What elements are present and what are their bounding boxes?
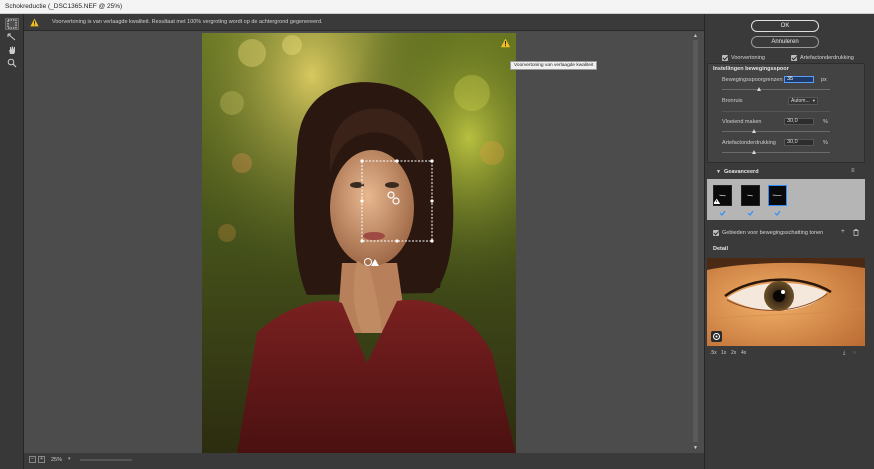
divider (722, 111, 830, 112)
preview-canvas[interactable]: Voorvertoning van verlaagde kwaliteit ▲ … (24, 31, 704, 454)
detail-zoom-half[interactable]: .5x (710, 350, 717, 356)
trash-icon[interactable] (853, 229, 859, 236)
blur-trace-bounds-label: Bewegingsspoorgrenzen (722, 77, 783, 83)
blur-trace-thumbnail[interactable] (713, 185, 732, 216)
chevron-down-icon: ▾ (812, 98, 815, 103)
thumbnail-check-icon[interactable] (747, 210, 754, 216)
horizontal-scrollbar[interactable] (80, 459, 132, 461)
preview-notice-bar: Voorvertoning is van verlaagde kwaliteit… (24, 14, 704, 31)
blur-trace-bounds-unit: px (821, 77, 827, 83)
blur-trace-bounds-knob[interactable] (757, 87, 762, 91)
detail-zoom-2x[interactable]: 2x (731, 350, 736, 356)
scroll-up-icon[interactable]: ▲ (692, 33, 699, 39)
panel-menu-icon[interactable]: ≡ (851, 168, 855, 174)
loupe-settings-icon[interactable]: ◌ (853, 350, 856, 356)
blur-estimation-thumbnails (707, 179, 865, 220)
add-estimation-icon[interactable]: + (841, 228, 845, 235)
preview-label: Voorvertoning (731, 55, 765, 61)
zoom-tool-icon[interactable] (5, 57, 19, 69)
smoothing-knob[interactable] (751, 129, 756, 133)
source-noise-select[interactable]: Autom... ▾ (788, 97, 818, 105)
smoothing-input[interactable]: 30,0 (784, 118, 814, 125)
cancel-button[interactable]: Annuleren (751, 36, 819, 48)
artifact-suppression-field-label: Artefactonderdrukking (722, 140, 776, 146)
window-title: Schokreductie (_DSC1365.NEF @ 25%) (5, 3, 123, 10)
preview-image[interactable] (202, 33, 516, 454)
status-bar: − + 25% ▾ (24, 453, 704, 469)
zoom-dropdown-icon[interactable]: ▾ (68, 456, 76, 463)
blur-trace-bounds-input[interactable]: 35 (784, 76, 814, 83)
artifact-suppression-checkbox[interactable]: Artefactonderdrukking (791, 54, 854, 62)
artifact-suppression-input[interactable]: 30,0 (784, 139, 814, 146)
estimation-areas-row: Gebieden voor bewegingsschatting tonen + (705, 228, 874, 238)
artifact-suppression-unit: % (823, 140, 828, 146)
checkbox-check-icon[interactable] (713, 230, 719, 236)
vertical-scrollbar[interactable]: ▲ ▼ (690, 31, 700, 453)
blur-trace-bounds-slider[interactable] (722, 87, 830, 91)
hand-tool-icon[interactable] (5, 44, 19, 56)
blur-trace-thumbnail-selected[interactable] (768, 185, 787, 216)
thumbnail-check-icon[interactable] (719, 210, 726, 216)
checkbox-check-icon[interactable] (791, 55, 797, 61)
thumbnail-check-icon[interactable] (774, 210, 781, 216)
tools-panel (0, 14, 24, 469)
blur-trace-thumbnail[interactable] (741, 185, 760, 216)
smoothing-label: Vloeiend maken (722, 119, 762, 125)
detail-loupe-view[interactable] (707, 258, 865, 346)
smoothing-unit: % (823, 119, 828, 125)
advanced-title: Geavanceerd (724, 169, 759, 175)
blur-estimation-tool-icon[interactable] (5, 18, 19, 30)
blur-trace-settings-section: Instellingen bewegingsspoor Bewegingsspo… (707, 63, 865, 163)
zoom-in-icon[interactable]: + (38, 456, 45, 463)
show-estimation-label: Gebieden voor bewegingsschatting tonen (722, 230, 824, 236)
blur-trace-title: Instellingen bewegingsspoor (713, 66, 789, 72)
artifact-suppression-label: Artefactonderdrukking (800, 55, 854, 61)
zoom-level: 25% (51, 457, 63, 463)
artifact-suppression-slider[interactable] (722, 150, 830, 154)
settings-panel: OK Annuleren Voorvertoning Artefactonder… (704, 14, 874, 469)
loupe-target-icon[interactable] (711, 331, 722, 342)
smoothing-slider[interactable] (722, 129, 830, 133)
detail-zoom-1x[interactable]: 1x (721, 350, 726, 356)
loupe-location-icon[interactable]: ⤓ (843, 350, 845, 356)
low-quality-warning-icon[interactable] (500, 38, 511, 48)
checkbox-check-icon[interactable] (722, 55, 728, 61)
scrollbar-thumb[interactable] (693, 40, 698, 442)
warning-tooltip: Voorvertoning van verlaagde kwaliteit (510, 61, 598, 70)
show-estimation-checkbox[interactable]: Gebieden voor bewegingsschatting tonen (713, 229, 823, 237)
warning-icon (30, 18, 39, 27)
artifact-suppression-knob[interactable] (751, 150, 756, 154)
advanced-section-header[interactable]: ▼ Geavanceerd ≡ (705, 167, 874, 176)
preview-notice-text: Voorvertoning is van verlaagde kwaliteit… (52, 19, 323, 25)
source-noise-value: Autom... (791, 98, 810, 104)
detail-title: Detail (713, 246, 728, 252)
ok-button[interactable]: OK (751, 20, 819, 32)
scroll-down-icon[interactable]: ▼ (692, 445, 699, 451)
title-bar: Schokreductie (_DSC1365.NEF @ 25%) (0, 0, 874, 14)
detail-zoom-4x[interactable]: 4x (741, 350, 746, 356)
detail-zoom-bar: .5x 1x 2x 4x ⤓ ◌ (705, 348, 874, 357)
zoom-out-icon[interactable]: − (29, 456, 36, 463)
collapse-triangle-icon[interactable]: ▼ (716, 169, 721, 175)
blur-direction-tool-icon[interactable] (5, 31, 19, 43)
preview-checkbox[interactable]: Voorvertoning (722, 54, 765, 62)
source-noise-label: Bronruis (722, 98, 743, 104)
